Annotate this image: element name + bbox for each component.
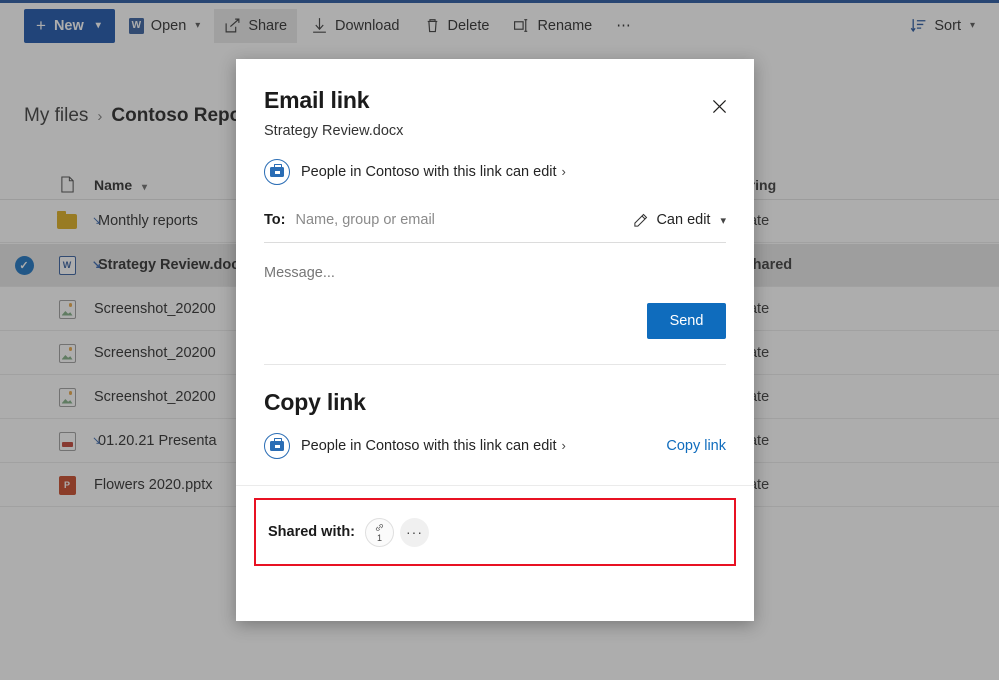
recipients-input[interactable] [293,211,633,229]
link-count-value: 1 [377,534,382,543]
copy-link-section: Copy link People in Contoso with this li… [236,365,754,485]
share-dialog: Email link Strategy Review.docx People i… [236,59,754,621]
briefcase-icon [264,159,290,185]
close-icon[interactable] [702,89,736,123]
copy-link-row: People in Contoso with this link can edi… [264,433,726,459]
email-link-scope-button[interactable]: People in Contoso with this link can edi… [264,159,726,185]
copy-link-button[interactable]: Copy link [666,438,726,454]
message-input[interactable]: Message... [264,265,726,281]
dialog-filename: Strategy Review.docx [264,123,726,139]
copy-section-spacer [264,459,726,485]
email-link-title: Email link [264,87,726,114]
chevron-down-icon: ▾ [720,214,726,227]
recipients-row: To: Can edit ▾ [264,211,726,243]
link-count-badge[interactable]: 1 [365,518,394,547]
copy-link-scope-text: People in Contoso with this link can edi… [301,438,557,454]
shared-divider [236,485,754,486]
more-people-button[interactable]: ··· [400,518,429,547]
briefcase-icon [264,433,290,459]
shared-with-section: Shared with: 1 ··· [254,498,736,566]
copy-link-scope-button[interactable]: People in Contoso with this link can edi… [301,438,566,454]
permission-dropdown[interactable]: Can edit ▾ [633,212,726,228]
send-button[interactable]: Send [647,303,726,339]
send-row: Send [264,303,726,339]
chevron-right-icon: › [562,164,566,179]
shared-with-label: Shared with: [268,524,355,540]
to-label: To: [264,212,285,228]
pencil-icon [633,213,648,228]
email-link-scope-text: People in Contoso with this link can edi… [301,164,557,180]
email-link-scope-label: People in Contoso with this link can edi… [301,164,566,180]
chevron-right-icon: › [562,438,566,453]
permission-label: Can edit [656,212,710,228]
copy-link-title: Copy link [264,389,726,416]
link-icon [374,522,385,533]
email-link-section: Email link Strategy Review.docx People i… [236,59,754,365]
shared-with-avatars: 1 ··· [365,518,429,547]
